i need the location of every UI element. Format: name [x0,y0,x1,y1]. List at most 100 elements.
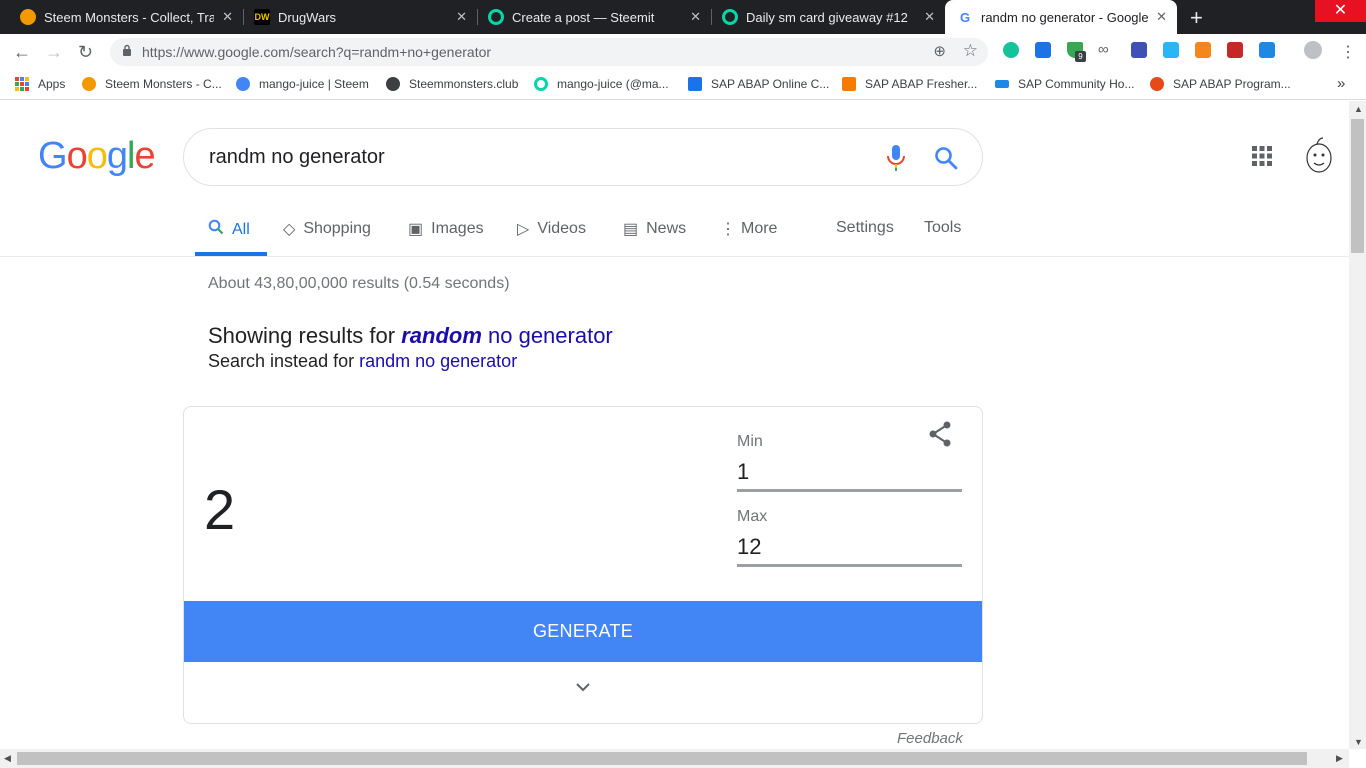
browser-tab-bar: Steem Monsters - Collect, Trade ✕ DW Dru… [0,0,1366,34]
logo-letter: G [38,135,68,177]
tab-all[interactable]: All [208,219,250,240]
search-instead: Search instead for randm no generator [208,351,517,372]
lock-icon [123,44,131,56]
steem-icon [236,77,250,91]
horizontal-scroll-thumb[interactable] [17,752,1307,765]
bookmark-star-icon[interactable]: ☆ [963,41,978,61]
tab-close-icon[interactable]: ✕ [456,9,467,25]
search-icon[interactable] [934,146,958,170]
google-logo[interactable]: Google [38,135,156,178]
chevron-down-icon[interactable] [575,679,591,695]
back-button[interactable]: ← [13,42,31,63]
grammarly-extension-icon[interactable] [1003,42,1019,58]
steemit-icon [534,77,548,91]
profile-avatar-icon[interactable] [1304,41,1322,59]
logo-letter: o [66,135,88,177]
search-box[interactable]: randm no generator [183,128,983,186]
tab-close-icon[interactable]: ✕ [222,9,233,25]
original-query-link[interactable]: randm no generator [359,351,517,371]
browser-menu-icon[interactable]: ⋮ [1340,42,1356,62]
drugwars-favicon-icon: DW [254,9,270,25]
new-tab-button[interactable]: + [1190,5,1203,31]
instead-prefix: Search instead for [208,351,360,371]
vertical-scrollbar[interactable]: ▲ ▼ [1349,101,1366,749]
generated-number: 2 [204,478,236,541]
steemit-favicon-icon [488,9,504,25]
browser-tab-create-post[interactable]: Create a post — Steemit ✕ [468,0,711,34]
corrected-query-link[interactable]: random no generator [401,323,613,348]
shield-extension-icon[interactable]: 9 [1067,42,1086,62]
feedback-link[interactable]: Feedback [897,730,963,747]
window-close-button[interactable]: ✕ [1315,0,1366,22]
p-extension-icon[interactable] [1259,42,1275,58]
reload-button[interactable]: ↻ [78,42,93,63]
bookmark-label: SAP ABAP Fresher... [865,77,978,91]
bookmark-apps[interactable]: Apps [15,77,65,91]
scroll-right-arrow-icon[interactable]: ▶ [1336,753,1343,764]
bookmark-sap-abap-fresher[interactable]: SAP ABAP Fresher... [842,77,977,91]
sap-s-icon [688,77,702,91]
tab-more[interactable]: ⋮ More [720,219,777,239]
tab-news[interactable]: ▤ News [623,219,686,239]
forward-button[interactable]: → [45,42,63,63]
account-avatar[interactable] [1300,136,1338,176]
active-tab-indicator [195,252,267,256]
bookmark-label: SAP ABAP Program... [1173,77,1291,91]
tab-shopping[interactable]: ◇ Shopping [283,219,371,239]
bookmarks-bar: Apps Steem Monsters - C... mango-juice |… [0,70,1366,100]
tab-close-icon[interactable]: ✕ [1156,9,1167,25]
microphone-icon[interactable] [886,144,906,172]
scroll-up-arrow-icon[interactable]: ▲ [1354,104,1363,114]
tab-settings[interactable]: Settings [836,219,894,237]
bookmark-label: SAP Community Ho... [1018,77,1135,91]
generate-button[interactable]: GENERATE [184,601,982,662]
pdf-extension-icon[interactable] [1227,42,1243,58]
max-input[interactable]: 12 [737,532,962,567]
cloud-extension-icon[interactable] [1163,42,1179,58]
address-bar[interactable]: https://www.google.com/search?q=randm+no… [110,38,988,66]
logo-letter: g [106,135,128,177]
bookmarks-overflow-button[interactable]: » [1337,75,1345,92]
video-icon: ▷ [517,221,530,238]
tab-close-icon[interactable]: ✕ [924,9,935,25]
result-stats: About 43,80,00,000 results (0.54 seconds… [208,275,510,292]
tab-tools[interactable]: Tools [924,219,961,237]
logo-letter: o [86,135,108,177]
bookmark-label: mango-juice | Steem [259,77,369,91]
steem-monsters-favicon-icon [20,9,36,25]
bookmark-sap-community[interactable]: SAP Community Ho... [995,77,1134,91]
zoom-icon[interactable]: ⊕ [933,42,946,60]
search-icon [208,219,224,240]
bookmark-mango-juice-steemit[interactable]: mango-juice (@ma... [534,77,669,91]
share-icon[interactable] [928,421,952,447]
browser-tab-google-search[interactable]: G randm no generator - Google S ✕ [945,0,1177,34]
bookmark-label: Steem Monsters - C... [105,77,222,91]
network-extension-icon[interactable] [1131,42,1147,58]
scroll-down-arrow-icon[interactable]: ▼ [1354,737,1363,747]
vertical-scroll-thumb[interactable] [1351,119,1364,253]
browser-tab-giveaway[interactable]: Daily sm card giveaway #12 :: w ✕ [702,0,945,34]
scroll-left-arrow-icon[interactable]: ◀ [4,753,11,764]
bookmark-sap-abap-online[interactable]: SAP ABAP Online C... [688,77,829,91]
tab-title: Create a post — Steemit [512,9,655,25]
bookmark-mango-juice-steem[interactable]: mango-juice | Steem [236,77,369,91]
bookmark-steemmonsters-club[interactable]: Steemmonsters.club [386,77,518,91]
bookmark-steem-monsters[interactable]: Steem Monsters - C... [82,77,222,91]
bookmark-sap-abap-program[interactable]: SAP ABAP Program... [1150,77,1291,91]
google-apps-icon[interactable] [1252,146,1272,166]
browser-tab-drugwars[interactable]: DW DrugWars ✕ [234,0,477,34]
search-tabs: All ◇ Shopping ▣ Images ▷ Videos ▤ News … [0,207,1366,257]
tab-images[interactable]: ▣ Images [408,219,484,239]
random-number-generator-card: 2 Min 1 Max 12 GENERATE [183,406,983,724]
browser-tab-steem-monsters[interactable]: Steem Monsters - Collect, Trade ✕ [0,0,243,34]
min-input[interactable]: 1 [737,457,962,492]
tab-videos[interactable]: ▷ Videos [517,219,586,239]
search-input[interactable]: randm no generator [209,146,385,169]
metamask-fox-icon[interactable] [1195,42,1211,58]
tab-close-icon[interactable]: ✕ [690,9,701,25]
corrected-word: random [401,323,482,348]
spelling-correction: Showing results for random no generator [208,323,613,349]
plane-extension-icon[interactable] [1035,42,1051,58]
horizontal-scrollbar[interactable]: ◀ ▶ [0,749,1349,768]
infinity-extension-icon[interactable]: ∞ [1098,42,1114,58]
